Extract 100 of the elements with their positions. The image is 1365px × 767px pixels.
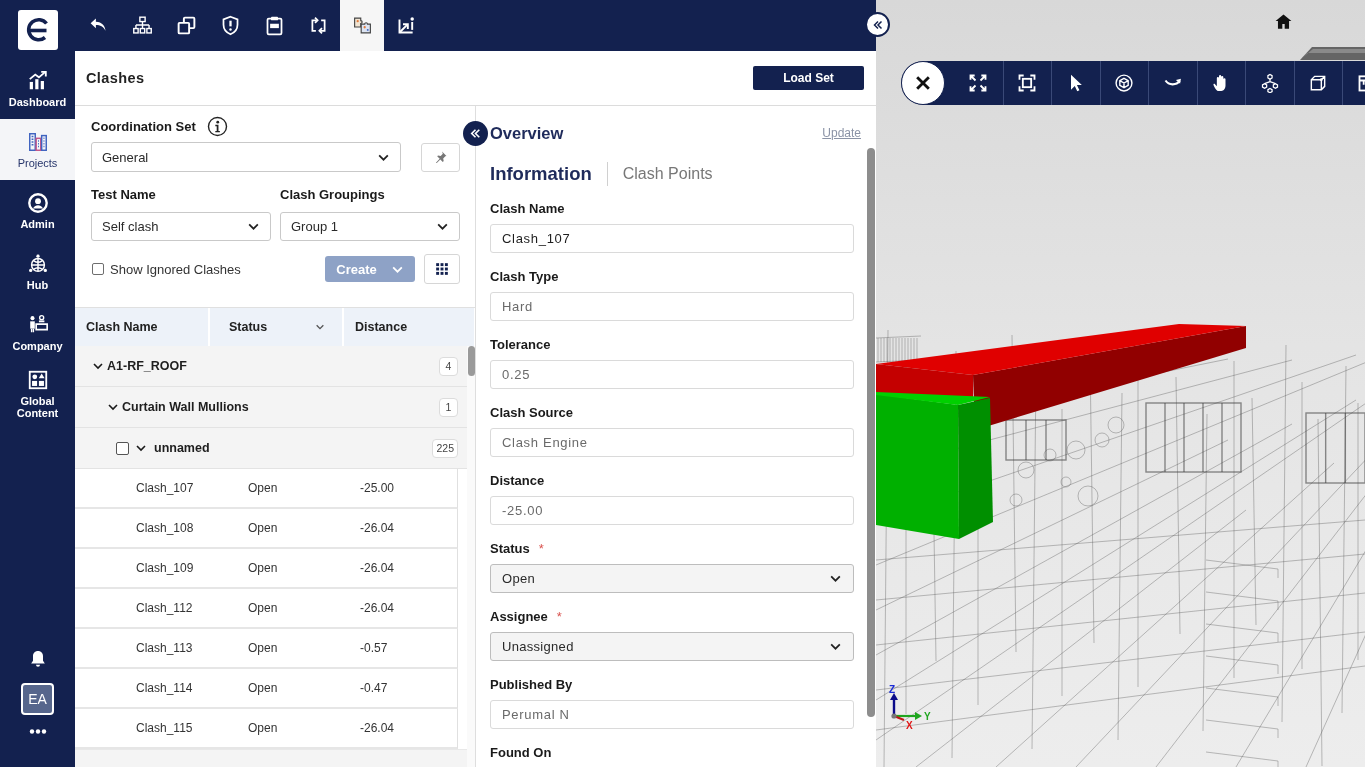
field-label: Coordination Set (91, 118, 196, 134)
table-cell: -0.47 (360, 681, 388, 695)
table-row[interactable]: Clash_108 Open -26.04 (75, 509, 458, 549)
avatar[interactable]: EA (21, 683, 54, 715)
dropdown[interactable]: Open (490, 564, 854, 593)
checkbox[interactable] (92, 263, 104, 275)
close-button[interactable] (901, 61, 945, 105)
info-icon[interactable] (206, 115, 228, 137)
count-badge: 225 (432, 438, 458, 458)
tree-row[interactable]: Curtain Wall Mullions 1 (75, 387, 467, 428)
table-row[interactable]: Clash_112 Open -26.04 (75, 589, 458, 629)
pin-button[interactable] (421, 142, 460, 172)
field-label: Assignee (490, 608, 548, 626)
tab[interactable]: Clash Points (622, 165, 713, 183)
linked-nodes-icon[interactable] (1259, 73, 1280, 93)
table-cell: Clash_108 (136, 521, 194, 535)
text-field: 0.25 (490, 360, 854, 389)
expand-icon[interactable] (968, 73, 989, 93)
buildings-icon (26, 130, 49, 153)
table-cell: Open (248, 721, 278, 735)
chevron-down-icon[interactable] (107, 401, 119, 413)
nav-item[interactable]: Dashboard (0, 58, 75, 119)
dropdown[interactable]: General (91, 142, 401, 172)
tree-row[interactable]: unnamed 225 (75, 428, 467, 469)
checkbox-label[interactable]: Show Ignored Clashes (110, 261, 241, 277)
table-cell: Open (248, 681, 278, 695)
table-row[interactable]: Clash_107 Open -25.00 (75, 469, 458, 509)
globe-icon (26, 252, 49, 275)
field-label: Clash Groupings (280, 186, 386, 204)
field-label: Distance (490, 472, 545, 490)
scrollbar[interactable] (468, 346, 475, 376)
nav-item[interactable]: Hub (0, 241, 75, 302)
table-row[interactable]: Clash_109 Open -26.04 (75, 549, 458, 589)
text-field: Hard (490, 292, 854, 321)
field-label: Tolerance (490, 336, 551, 354)
double-chevron-icon (469, 127, 482, 140)
chart-icon (26, 69, 49, 92)
tree-row[interactable]: A1-RF_ROOF 4 (75, 346, 467, 387)
text-field[interactable]: Clash_107 (490, 224, 854, 253)
column-header: Distance (344, 308, 474, 346)
load-set-button[interactable]: Load Set (753, 66, 864, 90)
field-label: Found On (490, 744, 552, 762)
count-badge: 4 (439, 356, 458, 376)
orbit-icon[interactable] (1114, 73, 1135, 93)
required-mark: * (556, 608, 562, 626)
focus-frame-icon[interactable] (1017, 73, 1038, 93)
chevron-down-icon (315, 322, 325, 332)
page-title: Clashes (86, 70, 145, 86)
wireframe-building-drawing[interactable] (876, 329, 1365, 767)
axis-label: Z (889, 684, 896, 695)
required-mark: * (538, 540, 544, 558)
overlapping-squares-icon (175, 15, 197, 36)
logo-icon[interactable] (17, 10, 58, 50)
nav-item[interactable]: Admin (0, 180, 75, 241)
table-row[interactable]: Clash_113 Open -0.57 (75, 629, 458, 669)
dropdown[interactable]: Group 1 (280, 212, 460, 241)
table-cell: -26.04 (360, 521, 395, 535)
field-label: Published By (490, 676, 573, 694)
table-cell: -26.04 (360, 601, 395, 615)
column-header: Clash Name (75, 308, 208, 346)
dropdown[interactable]: Self clash (91, 212, 271, 241)
table-cell: Clash_115 (136, 721, 193, 735)
table-row[interactable]: Clash_115 Open -26.04 (75, 709, 458, 749)
overlapping-sheets-icon (351, 15, 373, 36)
table-cell: Open (248, 521, 278, 535)
field-label: Clash Type (490, 268, 559, 286)
field-label: Clash Source (490, 404, 574, 422)
table-row[interactable]: Clash_114 Open -0.47 (75, 669, 458, 709)
group-name: unnamed (154, 441, 210, 455)
tab[interactable]: Information (490, 163, 592, 185)
panel-title: Overview (490, 123, 564, 143)
column-header[interactable]: Status (210, 308, 342, 346)
dropdown[interactable]: Unassigned (490, 632, 854, 661)
nav-item[interactable]: Global Content (0, 363, 75, 424)
count-badge: 1 (439, 397, 458, 417)
table-cell: Open (248, 561, 278, 575)
axis-label: X (906, 720, 913, 731)
home-icon[interactable] (1274, 12, 1293, 31)
text-field: Perumal N (490, 700, 854, 729)
user-icon (26, 191, 49, 214)
group-name: A1-RF_ROOF (107, 359, 187, 373)
table-cell: Open (248, 481, 278, 495)
more-icon[interactable] (28, 729, 47, 734)
hierarchy-icon (131, 15, 153, 36)
pin-icon (433, 149, 448, 165)
grid-icon (435, 262, 449, 276)
nav-item[interactable]: Projects (0, 119, 75, 180)
collapse-button[interactable] (463, 121, 488, 146)
double-chevron-icon (871, 18, 884, 31)
scrollbar[interactable] (867, 148, 875, 717)
chevron-down-icon[interactable] (135, 442, 147, 454)
nav-item[interactable]: Company (0, 302, 75, 363)
block-element[interactable] (876, 392, 993, 539)
text-field: Clash Engine (490, 428, 854, 457)
grid-button[interactable] (424, 254, 460, 284)
table-cell: Clash_107 (136, 481, 194, 495)
chevron-down-icon[interactable] (92, 360, 104, 372)
table-cell: -25.00 (360, 481, 395, 495)
checkbox[interactable] (116, 441, 129, 455)
table-cell: -26.04 (360, 561, 395, 575)
